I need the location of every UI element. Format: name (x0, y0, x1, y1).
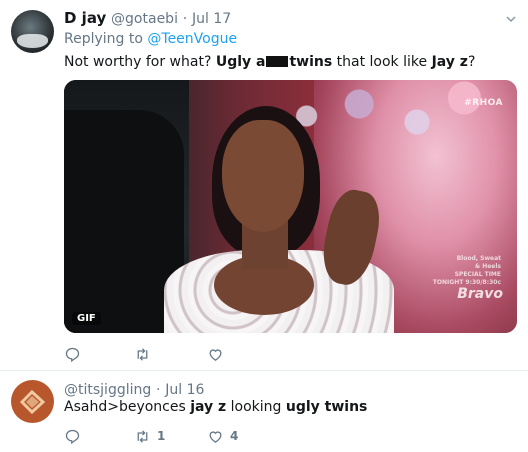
text-part-bold: jay z (190, 399, 227, 415)
retweet-icon (137, 347, 148, 361)
text-part: Asahd>beyonces (64, 399, 191, 415)
reply-button[interactable] (64, 426, 87, 446)
tweet-header: D jay @gotaebi · Jul 17 (64, 9, 231, 28)
show-tag-watermark: #RHOA (464, 98, 503, 108)
gif-badge: GIF (72, 312, 101, 325)
tweet-header: @titsjiggling · Jul 16 (64, 380, 204, 399)
face (222, 120, 304, 232)
tweet-text: Not worthy for what? Ugly a twins that lo… (64, 53, 475, 71)
separator: · (182, 11, 188, 27)
promo-line: SPECIAL TIME (454, 271, 501, 278)
heart-icon (209, 430, 222, 443)
retweet-icon (137, 429, 148, 443)
user-handle[interactable]: @titsjiggling (64, 382, 151, 398)
text-part: ? (467, 54, 476, 70)
text-part-bold: Jay z (431, 54, 468, 70)
network-logo: Bravo (457, 286, 503, 302)
tweet-2[interactable]: @titsjiggling · Jul 16 Asahd>beyonces ja… (0, 371, 528, 452)
reply-icon (65, 429, 80, 444)
timestamp[interactable]: Jul 16 (165, 382, 204, 398)
text-part: that look like (332, 54, 432, 70)
timestamp[interactable]: Jul 17 (192, 11, 231, 27)
tweet-1[interactable]: D jay @gotaebi · Jul 17 Replying to @Tee… (0, 0, 528, 371)
promo-line: Blood, Sweat (456, 255, 501, 262)
like-count: 4 (230, 429, 239, 443)
heart-icon (209, 348, 222, 361)
text-part-bold: ugly twins (285, 399, 368, 415)
like-button[interactable] (207, 344, 230, 364)
retweet-button[interactable]: 1 (134, 426, 165, 446)
text-part: Not worthy for what? (64, 54, 216, 70)
replying-to: Replying to @TeenVogue (64, 31, 237, 47)
avatar[interactable] (11, 10, 54, 53)
brand-logo-icon (19, 389, 46, 415)
promo-watermark: Blood, Sweat & Heels SPECIAL TIME TONIGH… (415, 255, 501, 287)
retweet-count: 1 (157, 429, 166, 443)
tweet-actions (64, 344, 324, 364)
like-button[interactable]: 4 (207, 426, 238, 446)
avatar[interactable] (11, 380, 54, 423)
replying-prefix: Replying to (64, 31, 148, 47)
text-part-bold: twins (289, 54, 333, 70)
redaction-bar (266, 56, 289, 67)
gif-media[interactable]: #RHOA Blood, Sweat & Heels SPECIAL TIME … (64, 80, 517, 333)
text-part-bold: Ugly a (215, 54, 266, 70)
user-handle[interactable]: @gotaebi (111, 11, 178, 27)
retweet-button[interactable] (134, 344, 157, 364)
display-name[interactable]: D jay (64, 9, 106, 27)
text-part: looking (226, 399, 286, 415)
reply-button[interactable] (64, 344, 87, 364)
separator: · (156, 382, 161, 398)
promo-line: & Heels (474, 263, 501, 270)
reply-icon (65, 347, 80, 362)
replying-to-link[interactable]: @TeenVogue (147, 31, 237, 47)
tweet-text: Asahd>beyonces jay z looking ugly twins (64, 398, 367, 416)
tweet-actions: 1 4 (64, 426, 324, 446)
chevron-down-icon[interactable] (506, 14, 516, 24)
